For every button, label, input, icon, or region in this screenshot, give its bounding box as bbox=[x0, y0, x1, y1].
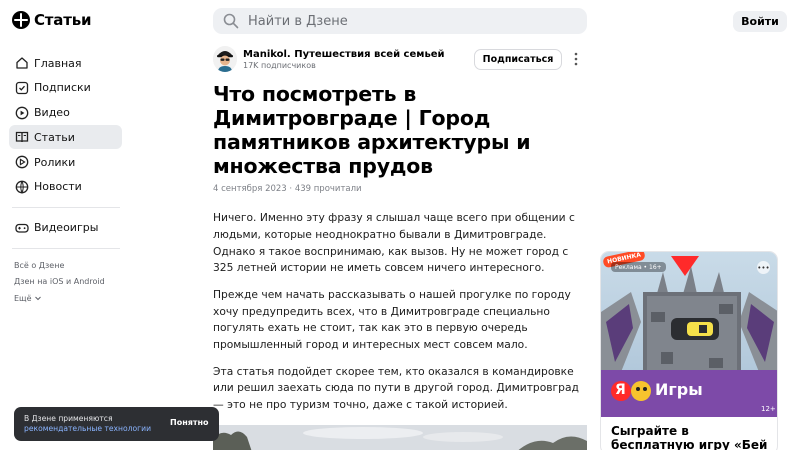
ad-label: Реклама • 16+ bbox=[611, 262, 666, 272]
articles-icon bbox=[15, 132, 29, 143]
ad-logo-letter: Я bbox=[615, 382, 626, 398]
sidebar-item-label: Ролики bbox=[34, 155, 76, 169]
subscriptions-icon bbox=[15, 81, 29, 94]
more-link[interactable]: Ещё bbox=[14, 290, 122, 307]
gamepad-icon bbox=[15, 223, 29, 233]
author-avatar[interactable] bbox=[213, 46, 237, 72]
article-photo bbox=[213, 425, 587, 450]
cookie-accept-button[interactable]: Понятно bbox=[170, 418, 209, 427]
sidebar: Главная Подписки Видео Статьи Ролики Нов… bbox=[9, 51, 122, 306]
zen-logo[interactable]: Статьи bbox=[12, 11, 92, 29]
about-zen-link[interactable]: Всё о Дзене bbox=[14, 257, 122, 274]
sidebar-item-subscriptions[interactable]: Подписки bbox=[9, 76, 122, 100]
author-subscribers: 17K подписчиков bbox=[243, 61, 316, 70]
sidebar-item-news[interactable]: Новости bbox=[9, 175, 122, 199]
sidebar-divider bbox=[12, 247, 120, 249]
ad-logo-text: Игры bbox=[655, 380, 703, 399]
sidebar-item-clips[interactable]: Ролики bbox=[9, 150, 122, 174]
search-icon bbox=[223, 13, 239, 29]
ad-card[interactable]: НОВИНКА Реклама • 16+ ••• Я Игры 12+ Сыг… bbox=[600, 251, 778, 450]
article-title: Что посмотреть в Димитровграде | Город п… bbox=[213, 82, 531, 178]
ad-title[interactable]: Сыграйте в бесплатную игру «Бей Монстра» bbox=[611, 424, 771, 450]
ad-menu-button[interactable]: ••• bbox=[757, 261, 770, 274]
chevron-down-icon bbox=[34, 296, 41, 301]
recommendation-tech-link[interactable]: рекомендательные технологии bbox=[24, 424, 151, 434]
article-image[interactable] bbox=[213, 425, 587, 450]
subscribe-button[interactable]: Подписаться bbox=[474, 49, 562, 70]
sidebar-item-video[interactable]: Видео bbox=[9, 101, 122, 125]
cookie-banner: В Дзене применяются рекомендательные тех… bbox=[14, 407, 219, 441]
sidebar-item-home[interactable]: Главная bbox=[9, 51, 122, 75]
author-name[interactable]: Manikol. Путешествия всей семьей bbox=[243, 49, 445, 60]
search-bar[interactable] bbox=[213, 8, 587, 34]
ad-image: НОВИНКА Реклама • 16+ ••• Я Игры 12+ bbox=[601, 252, 777, 417]
sidebar-item-label: Видео bbox=[34, 106, 70, 120]
search-input[interactable] bbox=[248, 13, 568, 29]
sidebar-item-label: Подписки bbox=[34, 81, 91, 95]
home-icon bbox=[16, 57, 28, 69]
ad-age-rating: 12+ bbox=[761, 405, 776, 413]
article-paragraph: Эта статья подойдет скорее тем, кто оказ… bbox=[213, 364, 579, 412]
sidebar-item-label: Главная bbox=[34, 56, 82, 70]
sidebar-item-articles[interactable]: Статьи bbox=[9, 125, 122, 150]
article-paragraph: Ничего. Именно эту фразу я слышал чаще в… bbox=[213, 211, 575, 275]
cookie-message: В Дзене применяются bbox=[24, 414, 113, 423]
more-link-label: Ещё bbox=[14, 293, 32, 303]
article-paragraph: Прежде чем начать рассказывать о нашей п… bbox=[213, 287, 571, 352]
clips-icon bbox=[15, 155, 29, 169]
news-icon bbox=[15, 180, 29, 194]
zen-logo-icon bbox=[12, 11, 30, 29]
article-body: Ничего. Именно эту фразу я слышал чаще в… bbox=[213, 210, 589, 424]
sidebar-item-label: Статьи bbox=[34, 130, 75, 144]
sidebar-divider bbox=[12, 206, 120, 208]
sidebar-item-games[interactable]: Видеоигры bbox=[9, 216, 122, 240]
cookie-text: В Дзене применяются рекомендательные тех… bbox=[24, 414, 151, 434]
sidebar-item-label: Видеоигры bbox=[34, 221, 99, 235]
author-row: Manikol. Путешествия всей семьей 17K под… bbox=[213, 46, 587, 74]
section-title: Статьи bbox=[34, 11, 92, 29]
more-vertical-icon[interactable] bbox=[573, 52, 579, 66]
avatar-image bbox=[213, 46, 237, 72]
login-button[interactable]: Войти bbox=[733, 11, 787, 32]
sidebar-item-label: Новости bbox=[34, 180, 82, 194]
apps-link[interactable]: Дзен на iOS и Android bbox=[14, 273, 122, 290]
video-icon bbox=[15, 106, 29, 119]
article-meta: 4 сентября 2023 · 439 прочитали bbox=[213, 184, 362, 194]
